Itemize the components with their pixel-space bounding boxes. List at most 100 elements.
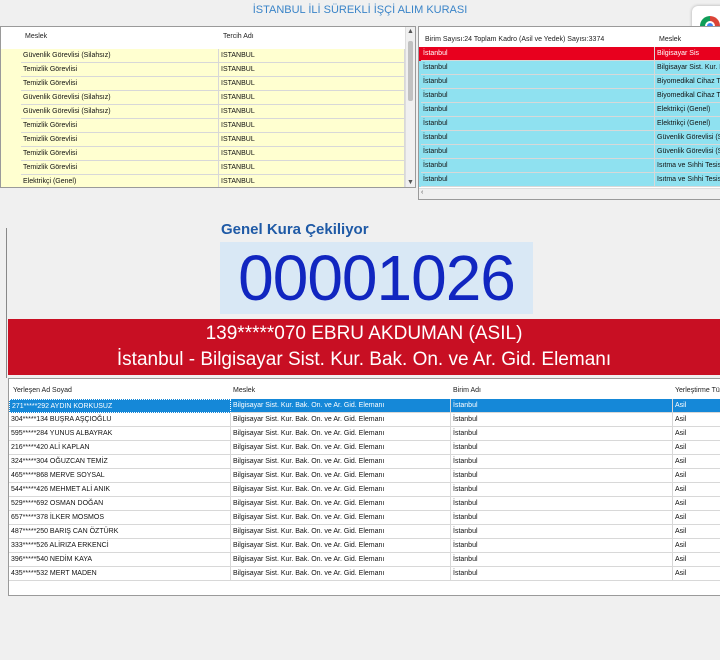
column-header-tercih[interactable]: Tercih Adı bbox=[221, 30, 405, 43]
top-left-row[interactable]: Temizlik Görevlisi ISTANBUL bbox=[1, 147, 405, 161]
column-header-meslek[interactable]: Meslek bbox=[231, 383, 451, 399]
tercih-cell: ISTANBUL bbox=[219, 77, 405, 91]
scroll-up-icon[interactable]: ▲ bbox=[407, 28, 414, 35]
tercih-cell: ISTANBUL bbox=[219, 49, 405, 63]
top-left-header: Meslek Tercih Adı bbox=[1, 30, 405, 43]
top-right-row[interactable]: İstanbul Elektrikçi (Genel) bbox=[419, 103, 720, 117]
result-row[interactable]: 465*****868 MERVE SOYSAL Bilgisayar Sist.… bbox=[9, 469, 720, 483]
top-right-row[interactable]: İstanbulBilgisayar Sist. Kur. Ba bbox=[419, 61, 720, 75]
top-right-row[interactable]: İstanbul Isıtma ve Sıhhi Tesisa bbox=[419, 159, 720, 173]
yerlestirme-cell: Asil bbox=[673, 553, 720, 567]
top-right-row[interactable]: İstanbul Isıtma ve Sıhhi Tesisa bbox=[419, 173, 720, 187]
scroll-down-icon[interactable]: ▼ bbox=[407, 179, 414, 186]
ad-soyad-cell: 324*****304 OĞUZCAN TEMİZ bbox=[9, 455, 231, 469]
top-right-row[interactable]: İstanbul Güvenlik Görevlisi (Sil bbox=[419, 145, 720, 159]
result-row[interactable]: 324*****304 OĞUZCAN TEMİZ Bilgisayar Sist… bbox=[9, 455, 720, 469]
top-right-row[interactable]: İstanbul Biyomedikal Cihaz Te bbox=[419, 75, 720, 89]
result-row[interactable]: 595*****284 YUNUS ALBAYRAK Bilgisayar Sis… bbox=[9, 427, 720, 441]
birim-cell: İstanbul bbox=[421, 145, 655, 159]
column-header-birim[interactable]: Birim Adı bbox=[451, 383, 673, 399]
top-left-row[interactable]: Temizlik Görevlisi ISTANBUL bbox=[1, 63, 405, 77]
column-header-ad-soyad[interactable]: Yerleşen Ad Soyad bbox=[11, 383, 231, 399]
birim-cell: İstanbul bbox=[451, 539, 673, 553]
top-left-row[interactable]: Güvenlik Görevlisi (Silahsız) ISTANBUL bbox=[1, 105, 405, 119]
top-right-grid[interactable]: Birim Sayısı:24 Toplam Kadro (Asil ve Ye… bbox=[418, 26, 720, 200]
birim-cell: İstanbul bbox=[451, 497, 673, 511]
meslek-cell: Bilgisayar Sist. Kur. Bak. On. ve Ar. Gi… bbox=[231, 539, 451, 553]
top-right-row[interactable]: İstanbul Güvenlik Görevlisi (Sil bbox=[419, 131, 720, 145]
ad-soyad-cell: 271*****292 AYDIN KORKUSUZ bbox=[9, 399, 231, 413]
birim-cell: İstanbul bbox=[421, 173, 655, 187]
results-header: Yerleşen Ad Soyad Meslek Birim Adı Yerle… bbox=[9, 383, 720, 399]
column-header-meslek[interactable]: Meslek bbox=[657, 33, 720, 46]
result-row[interactable]: 216*****420 ALİ KAPLAN Bilgisayar Sist. K… bbox=[9, 441, 720, 455]
yerlestirme-cell: Asil bbox=[673, 539, 720, 553]
top-left-row[interactable]: Temizlik Görevlisi ISTANBUL bbox=[1, 119, 405, 133]
winner-name: 139*****070 EBRU AKDUMAN (ASIL) bbox=[205, 323, 523, 344]
top-left-row[interactable]: Temizlik Görevlisi ISTANBUL bbox=[1, 133, 405, 147]
top-left-row[interactable]: Temizlik Görevlisi ISTANBUL bbox=[1, 161, 405, 175]
column-header-meslek[interactable]: Meslek bbox=[23, 30, 221, 43]
birim-cell: İstanbul bbox=[451, 469, 673, 483]
result-row[interactable]: 529*****692 OSMAN DOĞAN Bilgisayar Sist. … bbox=[9, 497, 720, 511]
birim-cell: İstanbul bbox=[451, 483, 673, 497]
scroll-left-icon[interactable]: ‹ bbox=[421, 189, 423, 196]
results-grid[interactable]: Yerleşen Ad Soyad Meslek Birim Adı Yerle… bbox=[8, 378, 720, 596]
top-right-row[interactable]: İstanbul Biyomedikal Cihaz Te bbox=[419, 89, 720, 103]
birim-cell: İstanbul bbox=[451, 511, 673, 525]
meslek-cell: Güvenlik Görevlisi (Sil bbox=[655, 131, 720, 145]
column-header-yerlestirme[interactable]: Yerleştirme Tür bbox=[673, 383, 720, 399]
tercih-cell: ISTANBUL bbox=[219, 63, 405, 77]
birim-cell: İstanbul bbox=[421, 89, 655, 103]
top-right-row[interactable]: İstanbul Elektrikçi (Genel) bbox=[419, 117, 720, 131]
meslek-cell: Elektrikçi (Genel) bbox=[21, 175, 219, 187]
meslek-cell: Bilgisayar Sist. Kur. Bak. On. ve Ar. Gi… bbox=[231, 497, 451, 511]
birim-cell: İstanbul bbox=[421, 103, 655, 117]
birim-cell: İstanbul bbox=[421, 61, 655, 75]
ad-soyad-cell: 595*****284 YUNUS ALBAYRAK bbox=[9, 427, 231, 441]
tercih-cell: ISTANBUL bbox=[219, 175, 405, 187]
top-left-scrollbar[interactable]: ▲ ▼ bbox=[405, 27, 415, 187]
meslek-cell: Bilgisayar Sist. Kur. Bak. On. ve Ar. Gi… bbox=[231, 511, 451, 525]
left-side-panel bbox=[0, 228, 7, 378]
top-right-row[interactable]: İstanbul Bilgisayar Sis bbox=[419, 47, 720, 61]
result-row[interactable]: 271*****292 AYDIN KORKUSUZ Bilgisayar Sis… bbox=[9, 399, 720, 413]
yerlestirme-cell: Asil bbox=[673, 399, 720, 413]
top-left-row[interactable]: Güvenlik Görevlisi (Silahsız) ISTANBUL bbox=[1, 49, 405, 63]
result-row[interactable]: 435*****532 MERT MADEN Bilgisayar Sist. K… bbox=[9, 567, 720, 581]
meslek-cell: Bilgisayar Sist. Kur. Bak. On. ve Ar. Gi… bbox=[231, 455, 451, 469]
result-row[interactable]: 544*****426 MEHMET ALİ ANIK Bilgisayar Si… bbox=[9, 483, 720, 497]
meslek-cell: Temizlik Görevlisi bbox=[21, 147, 219, 161]
meslek-cell: Bilgisayar Sist. Kur. Bak. On. ve Ar. Gi… bbox=[231, 427, 451, 441]
ad-soyad-cell: 435*****532 MERT MADEN bbox=[9, 567, 231, 581]
ad-soyad-cell: 396*****540 NEDİM KAYA bbox=[9, 553, 231, 567]
birim-cell: İstanbul bbox=[451, 399, 673, 413]
meslek-cell: Bilgisayar Sist. Kur. Bak. On. ve Ar. Gi… bbox=[231, 553, 451, 567]
meslek-cell: Temizlik Görevlisi bbox=[21, 63, 219, 77]
birim-cell: İstanbul bbox=[421, 117, 655, 131]
yerlestirme-cell: Asil bbox=[673, 525, 720, 539]
top-left-grid[interactable]: Meslek Tercih Adı Güvenlik Görevlisi (Si… bbox=[0, 26, 416, 188]
result-row[interactable]: 487*****250 BARIŞ CAN ÖZTÜRK Bilgisayar S… bbox=[9, 525, 720, 539]
meslek-cell: Bilgisayar Sist. Kur. Bak. On. ve Ar. Gi… bbox=[231, 483, 451, 497]
meslek-cell: Isıtma ve Sıhhi Tesisa bbox=[655, 173, 720, 187]
result-row[interactable]: 333*****526 ALİRIZA ERKENCİ Bilgisayar Si… bbox=[9, 539, 720, 553]
column-header-birim-sayisi[interactable]: Birim Sayısı:24 Toplam Kadro (Asil ve Ye… bbox=[423, 33, 655, 46]
top-left-row[interactable]: Güvenlik Görevlisi (Silahsız) ISTANBUL bbox=[1, 91, 405, 105]
top-left-row[interactable]: Elektrikçi (Genel) ISTANBUL bbox=[1, 175, 405, 187]
ad-soyad-cell: 657*****378 İLKER MOSMOS bbox=[9, 511, 231, 525]
birim-cell: İstanbul bbox=[421, 75, 655, 89]
result-row[interactable]: 396*****540 NEDİM KAYA Bilgisayar Sist. K… bbox=[9, 553, 720, 567]
meslek-cell: Bilgisayar Sist. Kur. Bak. On. ve Ar. Gi… bbox=[231, 441, 451, 455]
tercih-cell: ISTANBUL bbox=[219, 91, 405, 105]
top-left-row[interactable]: Temizlik Görevlisi ISTANBUL bbox=[1, 77, 405, 91]
ad-soyad-cell: 216*****420 ALİ KAPLAN bbox=[9, 441, 231, 455]
result-row[interactable]: 657*****378 İLKER MOSMOS Bilgisayar Sist.… bbox=[9, 511, 720, 525]
scroll-thumb[interactable] bbox=[408, 41, 413, 101]
meslek-cell: Bilgisayar Sis bbox=[655, 47, 720, 61]
result-row[interactable]: 304*****134 BUŞRA AŞÇIOĞLU Bilgisayar Sis… bbox=[9, 413, 720, 427]
top-right-hscrollbar[interactable]: ‹ bbox=[419, 188, 720, 199]
yerlestirme-cell: Asil bbox=[673, 413, 720, 427]
birim-cell: İstanbul bbox=[451, 427, 673, 441]
ad-soyad-cell: 544*****426 MEHMET ALİ ANIK bbox=[9, 483, 231, 497]
